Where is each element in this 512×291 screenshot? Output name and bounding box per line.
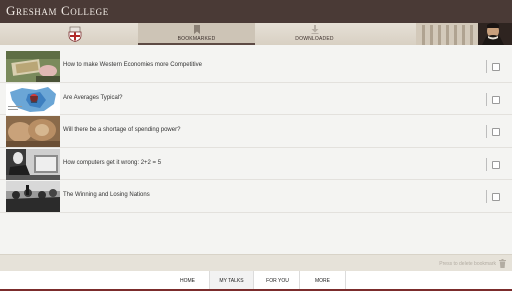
nav-more[interactable]: MORE (300, 271, 346, 289)
talk-row[interactable]: The Winning and Losing Nations (0, 180, 512, 213)
talk-thumbnail (6, 148, 60, 180)
delete-bookmark-hint: Press to delete bookmark (439, 261, 496, 267)
talk-title[interactable]: Are Averages Typical? (63, 95, 122, 101)
app-title: Gresham College (6, 3, 109, 18)
talk-title[interactable]: Will there be a shortage of spending pow… (63, 127, 180, 133)
talk-row[interactable]: How to make Western Economies more Compe… (0, 50, 512, 83)
row-divider (486, 157, 487, 171)
row-divider (486, 60, 487, 73)
row-divider (486, 190, 487, 203)
bookmark-icon (194, 25, 200, 34)
talk-thumbnail (6, 181, 60, 212)
talk-title[interactable]: How computers get it wrong: 2+2 = 5 (63, 160, 161, 166)
nav-my-talks[interactable]: MY TALKS (210, 271, 254, 289)
talk-select-checkbox[interactable] (492, 95, 500, 104)
delete-bookmarks-bar[interactable]: Press to delete bookmark (0, 254, 512, 272)
talk-title[interactable]: How to make Western Economies more Compe… (63, 62, 202, 68)
nav-home[interactable]: HOME (166, 271, 210, 289)
talk-select-checkbox[interactable] (492, 128, 500, 136)
bookmarked-talks-list: How to make Western Economies more Compe… (0, 50, 512, 213)
tab-bar: BOOKMARKED DOWNLOADED (0, 23, 512, 45)
talk-thumbnail (6, 51, 60, 82)
talk-thumbnail (6, 116, 60, 147)
talk-thumbnail (6, 83, 60, 115)
college-crest-icon (68, 26, 82, 42)
trash-icon[interactable] (499, 259, 506, 268)
tab-downloaded[interactable]: DOWNLOADED (256, 23, 373, 45)
app-header: Gresham College (0, 0, 512, 23)
talk-title[interactable]: The Winning and Losing Nations (63, 192, 150, 198)
tab-bookmarked[interactable]: BOOKMARKED (138, 23, 255, 45)
tab-downloaded-label: DOWNLOADED (295, 36, 334, 42)
talk-row[interactable]: Are Averages Typical? (0, 83, 512, 115)
row-divider (486, 125, 487, 138)
download-icon (311, 25, 319, 34)
row-divider (486, 92, 487, 106)
header-portrait-image (416, 23, 512, 45)
nav-for-you[interactable]: FOR YOU (256, 271, 300, 289)
talk-select-checkbox[interactable] (492, 63, 500, 71)
bottom-navigation: HOME MY TALKS FOR YOU MORE (0, 271, 512, 291)
talk-select-checkbox[interactable] (492, 193, 500, 201)
talk-row[interactable]: How computers get it wrong: 2+2 = 5 (0, 148, 512, 180)
talk-row[interactable]: Will there be a shortage of spending pow… (0, 115, 512, 148)
tab-bookmarked-label: BOOKMARKED (177, 36, 216, 42)
talk-select-checkbox[interactable] (492, 160, 500, 169)
